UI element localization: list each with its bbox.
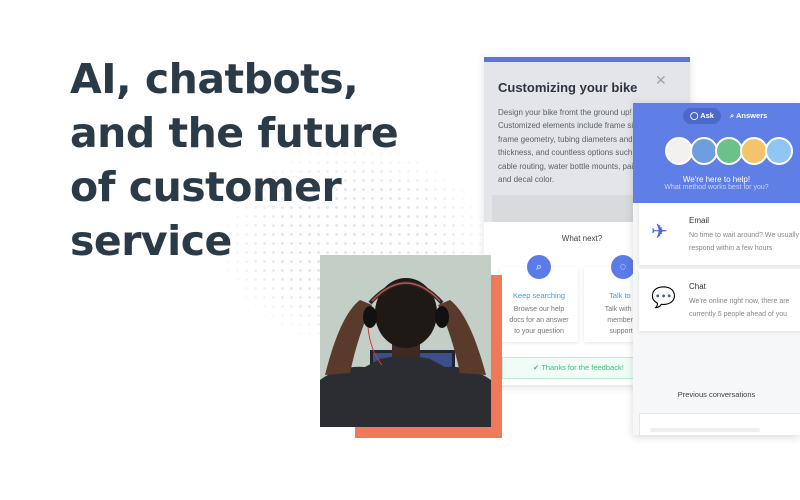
- tab-label: Answers: [736, 111, 768, 120]
- method-title: Chat: [689, 282, 706, 291]
- avatar: [740, 137, 768, 165]
- method-desc: No time to wait around? We usually respo…: [689, 232, 799, 252]
- article-title: Customizing your bike: [498, 80, 638, 95]
- previous-conversation-item[interactable]: [639, 413, 800, 435]
- email-option[interactable]: ✈ Email No time to wait around? We usual…: [639, 203, 800, 265]
- chat-bubble-icon: ◌: [611, 255, 635, 279]
- headline: AI, chatbots, and the future of customer…: [70, 55, 399, 265]
- avatar: [665, 137, 693, 165]
- tab-answers[interactable]: ⌕ Answers: [723, 108, 774, 124]
- paper-plane-icon: ✈: [651, 221, 668, 243]
- chat-option[interactable]: 💬 Chat We're online right now, there are…: [639, 269, 800, 331]
- chat-bubbles-icon: 💬: [651, 287, 676, 309]
- search-icon: ⌕: [527, 255, 551, 279]
- method-title: Email: [689, 216, 710, 225]
- chat-bubble-icon: ◯: [690, 111, 701, 120]
- photo-person-with-headset: [320, 255, 491, 427]
- agent-avatars: [665, 137, 793, 165]
- avatar: [690, 137, 718, 165]
- option-desc: Browse our help docs for an answer to yo…: [509, 306, 569, 335]
- option-title: Keep searching: [512, 291, 566, 300]
- widget-header: ◯ Ask ⌕ Answers We're here to help! What…: [633, 103, 800, 203]
- close-icon[interactable]: ✕: [655, 72, 667, 89]
- keep-searching-option[interactable]: ⌕ Keep searching Browse our help docs fo…: [500, 255, 578, 342]
- help-widget: ◯ Ask ⌕ Answers We're here to help! What…: [633, 103, 800, 435]
- widget-subheading: What method works best for you?: [664, 184, 769, 191]
- avatar: [765, 137, 793, 165]
- avatar: [715, 137, 743, 165]
- previous-conversations-label: Previous conversations: [677, 390, 756, 399]
- widget-heading: We're here to help!: [682, 175, 751, 184]
- tab-ask[interactable]: ◯ Ask: [683, 108, 721, 124]
- method-desc: We're online right now, there are curren…: [689, 298, 790, 318]
- tab-label: Ask: [700, 111, 714, 120]
